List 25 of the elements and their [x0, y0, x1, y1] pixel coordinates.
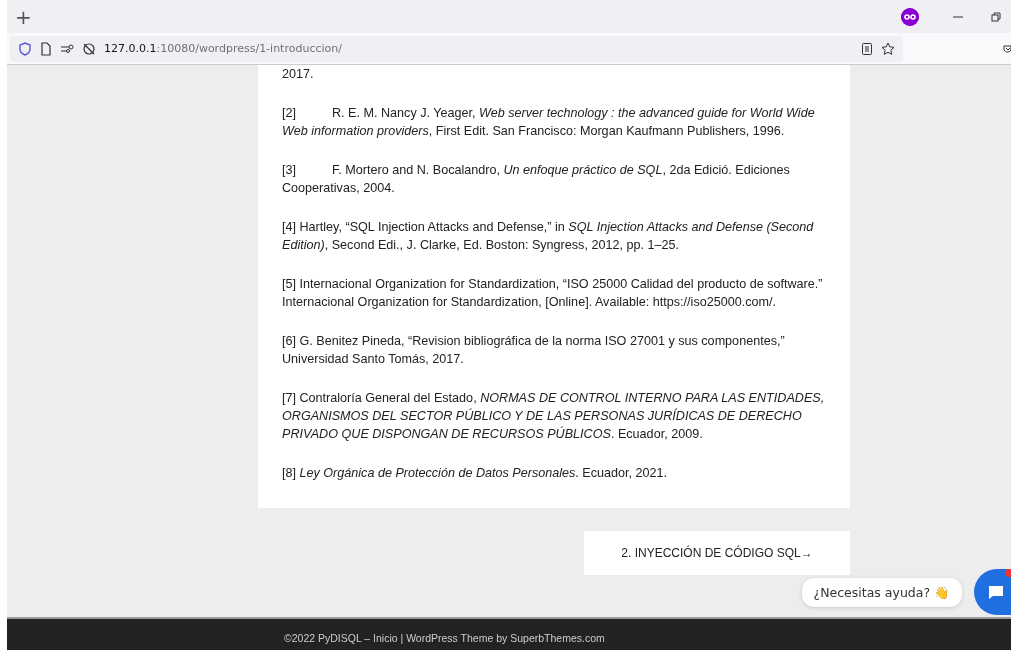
page-icon[interactable]: [40, 41, 52, 56]
pocket-icon[interactable]: [1003, 42, 1011, 55]
reference-entry: [4] Hartley, “SQL Injection Attacks and Defense,” in SQL Injection Attacks and Defense (Second Edition), Second Edi., J. Clarke, Ed. Boston: Syngress, 2012, pp. 1–25.: [282, 219, 815, 254]
tracking-blocked-icon[interactable]: [82, 41, 96, 56]
shield-icon[interactable]: [18, 41, 32, 56]
restore-icon[interactable]: [989, 9, 1003, 24]
chat-button[interactable]: [974, 569, 1011, 615]
chat-icon: [987, 583, 1005, 601]
permissions-icon[interactable]: [60, 42, 74, 55]
url-text[interactable]: 127.0.0.1:10080/wordpress/1-introduccion/: [104, 42, 342, 55]
reference-entry: [2] R. E. M. Nancy J. Yeager, Web server technology : the advanced guide for World Wide Web information providers, First Edit. San Francisco: Morgan Kaufmann Publishers, 1996.: [282, 105, 816, 140]
text-line: 2017.: [282, 66, 315, 83]
help-bubble[interactable]: ¿Necesitas ayuda? 👋: [801, 577, 962, 607]
reference-entry: [7] Contraloría General del Estado, NORMAS DE CONTROL INTERNO PARA LAS ENTIDADES, ORGANISMOS DEL SECTOR PÚBLICO Y DE LAS PERSONAS JURÍDICAS DE DERECHO PRIVADO QUE DISPONGAN DE RECURSOS PÚBLICOS. Ecuador, 2009.: [282, 390, 826, 443]
next-page-link[interactable]: 2. INYECCIÓN DE CÓDIGO SQL→: [584, 531, 850, 575]
new-tab-button[interactable]: +: [15, 6, 29, 27]
extension-icon[interactable]: [901, 7, 919, 26]
reader-view-icon[interactable]: [861, 41, 873, 56]
reference-entry: [6] G. Benitez Pineda, “Revision bibliográfica de la norma ISO 27001 y sus componentes,” Universidad Santo Tomás, 2017.: [282, 333, 786, 368]
reference-entry: [8] Ley Orgánica de Protección de Datos Personales. Ecuador, 2021.: [282, 465, 669, 482]
address-bar[interactable]: 127.0.0.1:10080/wordpress/1-introduccion/: [10, 35, 903, 62]
footer-text: ©2022 PyDISQL – Inicio | WordPress Theme by SuperbThemes.com: [284, 632, 605, 644]
reference-entry: [5] Internacional Organization for Standardization, “ISO 25000 Calidad del producto de software.” Internacional Organization for Standardization, [Online]. Available: https://iso25000.com/.: [282, 276, 824, 311]
reference-entry: [3] F. Mortero and N. Bocalandro, Un enfoque práctico de SQL, 2da Edició. Ediciones Cooperativas, 2004.: [282, 162, 791, 197]
star-icon[interactable]: [881, 41, 895, 56]
